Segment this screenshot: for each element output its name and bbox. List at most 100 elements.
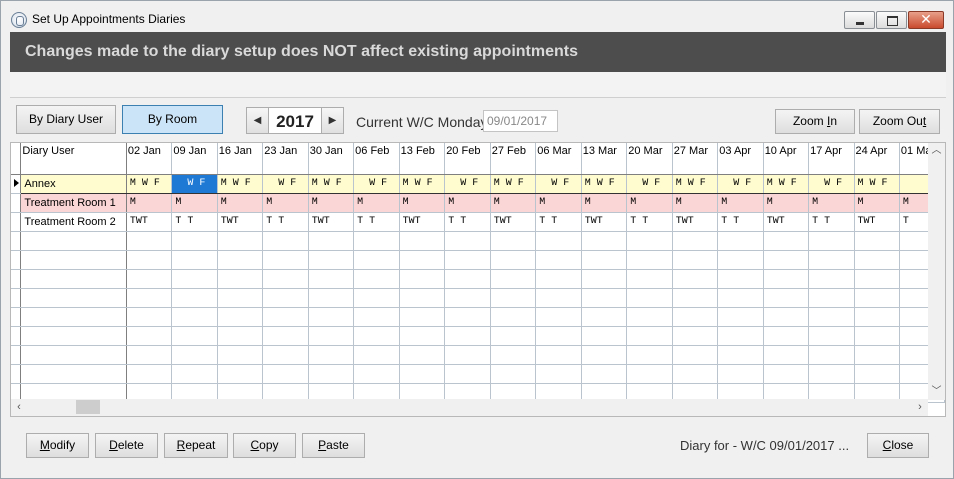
diary-day-cell[interactable]: W F: [444, 173, 491, 194]
diary-day-cell[interactable]: [171, 288, 218, 308]
diary-day-cell[interactable]: M W F: [854, 173, 900, 194]
empty-row[interactable]: [11, 364, 945, 384]
diary-day-cell[interactable]: [308, 269, 355, 289]
diary-day-cell[interactable]: [444, 250, 491, 270]
close-button[interactable]: Close: [867, 433, 929, 458]
diary-day-cell[interactable]: [262, 269, 309, 289]
copy-button[interactable]: Copy: [233, 433, 296, 458]
diary-day-cell[interactable]: [581, 364, 628, 384]
empty-row[interactable]: [11, 231, 945, 251]
previous-year-button[interactable]: ◀: [247, 108, 269, 133]
diary-day-cell[interactable]: TWT: [763, 212, 810, 232]
diary-day-cell[interactable]: M W F: [763, 173, 810, 194]
diary-day-cell[interactable]: [581, 250, 628, 270]
zoom-in-button[interactable]: Zoom In: [775, 109, 855, 134]
diary-day-cell[interactable]: M: [672, 193, 719, 213]
horizontal-scrollbar[interactable]: ‹ ›: [11, 399, 928, 416]
repeat-button[interactable]: Repeat: [164, 433, 228, 458]
diary-day-cell[interactable]: [262, 288, 309, 308]
close-window-button[interactable]: ✕: [908, 11, 944, 29]
row-selector[interactable]: [11, 345, 22, 365]
diary-day-cell[interactable]: [262, 231, 309, 251]
diary-day-cell[interactable]: [353, 250, 400, 270]
diary-day-cell[interactable]: [808, 231, 855, 251]
diary-day-cell[interactable]: M: [262, 193, 309, 213]
minimize-button[interactable]: [844, 11, 875, 29]
row-selector[interactable]: [11, 307, 22, 327]
row-selector[interactable]: [11, 212, 22, 232]
row-selector[interactable]: [11, 269, 22, 289]
diary-day-cell[interactable]: M: [126, 193, 173, 213]
diary-day-cell[interactable]: [262, 364, 309, 384]
diary-day-cell[interactable]: [126, 288, 173, 308]
diary-day-cell[interactable]: TWT: [217, 212, 264, 232]
diary-day-cell[interactable]: [763, 231, 810, 251]
diary-day-cell[interactable]: [308, 288, 355, 308]
empty-row[interactable]: [11, 250, 945, 270]
diary-day-cell[interactable]: M W F: [490, 173, 537, 194]
diary-day-cell[interactable]: M: [535, 193, 582, 213]
diary-day-cell[interactable]: TWT: [854, 212, 900, 232]
diary-day-cell[interactable]: W F: [626, 173, 673, 194]
diary-day-cell[interactable]: [717, 288, 764, 308]
empty-row[interactable]: [11, 269, 945, 289]
row-selector[interactable]: [11, 250, 22, 270]
diary-day-cell[interactable]: M: [626, 193, 673, 213]
diary-day-cell[interactable]: [717, 364, 764, 384]
diary-day-cell[interactable]: [126, 326, 173, 346]
diary-day-cell[interactable]: [399, 345, 446, 365]
diary-day-cell[interactable]: [490, 307, 537, 327]
diary-day-cell[interactable]: [126, 250, 173, 270]
diary-day-cell[interactable]: [854, 307, 900, 327]
diary-day-cell[interactable]: M: [854, 193, 900, 213]
diary-day-cell[interactable]: [444, 269, 491, 289]
diary-day-cell[interactable]: [262, 250, 309, 270]
diary-day-cell[interactable]: W F: [717, 173, 764, 194]
diary-day-cell[interactable]: M: [217, 193, 264, 213]
delete-button[interactable]: Delete: [95, 433, 158, 458]
diary-day-cell[interactable]: [763, 307, 810, 327]
diary-day-cell[interactable]: [854, 250, 900, 270]
diary-day-cell[interactable]: TWT: [672, 212, 719, 232]
diary-day-cell[interactable]: [717, 307, 764, 327]
diary-day-cell[interactable]: [308, 307, 355, 327]
diary-day-cell[interactable]: [308, 364, 355, 384]
diary-day-cell[interactable]: [672, 250, 719, 270]
zoom-out-button[interactable]: Zoom Out: [859, 109, 940, 134]
diary-day-cell[interactable]: [535, 345, 582, 365]
diary-day-cell[interactable]: [672, 326, 719, 346]
diary-day-cell[interactable]: [808, 269, 855, 289]
diary-row[interactable]: Treatment Room 2 TWT T T TWT T T TWT T T TWT T T…: [11, 212, 945, 232]
diary-day-cell[interactable]: [717, 326, 764, 346]
diary-day-cell[interactable]: TWT: [399, 212, 446, 232]
diary-day-cell[interactable]: T T: [717, 212, 764, 232]
diary-day-cell[interactable]: M: [763, 193, 810, 213]
diary-day-cell[interactable]: [217, 345, 264, 365]
diary-day-cell[interactable]: [854, 288, 900, 308]
diary-day-cell[interactable]: [171, 364, 218, 384]
diary-day-cell[interactable]: [399, 307, 446, 327]
diary-day-cell[interactable]: [399, 231, 446, 251]
diary-day-cell[interactable]: [217, 364, 264, 384]
diary-day-cell[interactable]: TWT: [490, 212, 537, 232]
diary-day-cell[interactable]: [854, 345, 900, 365]
diary-day-cell[interactable]: [626, 288, 673, 308]
diary-day-cell[interactable]: [626, 231, 673, 251]
diary-day-cell[interactable]: [626, 345, 673, 365]
diary-day-cell[interactable]: [353, 307, 400, 327]
diary-day-cell[interactable]: [490, 345, 537, 365]
diary-day-cell[interactable]: [353, 364, 400, 384]
diary-day-cell[interactable]: [126, 231, 173, 251]
diary-day-cell[interactable]: [126, 269, 173, 289]
diary-day-cell[interactable]: [444, 326, 491, 346]
diary-day-cell[interactable]: T T: [626, 212, 673, 232]
diary-day-cell[interactable]: M W F: [581, 173, 628, 194]
diary-day-cell[interactable]: [490, 269, 537, 289]
diary-day-cell[interactable]: [490, 326, 537, 346]
diary-day-cell[interactable]: [535, 307, 582, 327]
diary-day-cell[interactable]: [353, 231, 400, 251]
diary-day-cell[interactable]: [262, 345, 309, 365]
diary-day-cell[interactable]: M: [308, 193, 355, 213]
diary-day-cell[interactable]: M W F: [308, 173, 355, 194]
diary-day-cell[interactable]: M: [581, 193, 628, 213]
